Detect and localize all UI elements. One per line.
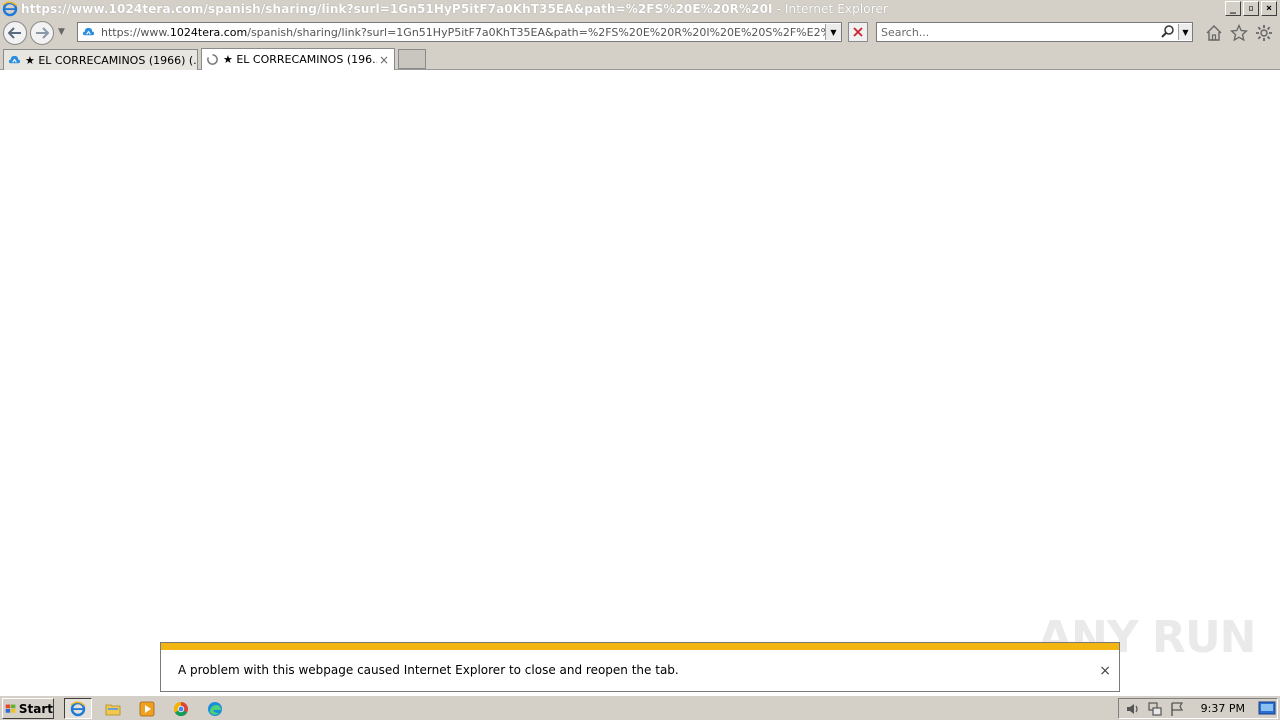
recent-pages-chevron-icon[interactable]: ▼: [58, 27, 65, 37]
action-center-flag-icon[interactable]: [1169, 701, 1185, 717]
start-label: Start: [18, 701, 53, 716]
window-title-app: - Internet Explorer: [772, 2, 888, 16]
tab-recovery-notification: A problem with this webpage caused Inter…: [160, 642, 1120, 692]
gear-icon[interactable]: [1255, 24, 1273, 42]
chevron-down-icon: ▼: [830, 27, 837, 37]
url-rest: /spanish/sharing/link?surl=1Gn51HyP5itF7…: [247, 25, 825, 39]
stop-icon: [853, 27, 863, 37]
new-tab-button[interactable]: [398, 49, 426, 69]
address-dropdown-button[interactable]: ▼: [825, 24, 841, 40]
taskbar-internet-explorer[interactable]: [64, 698, 92, 719]
back-arrow-icon: [8, 27, 21, 39]
system-tray: 9:37 PM: [1118, 698, 1278, 719]
url-domain: 1024tera.com: [169, 25, 248, 39]
tab-label: ★ EL CORRECAMINOS (1966) (...: [25, 53, 197, 67]
notification-message: A problem with this webpage caused Inter…: [178, 663, 679, 677]
search-input[interactable]: [877, 23, 1160, 41]
loading-spinner-icon: [207, 54, 218, 65]
page-content-area: [0, 70, 1280, 695]
tab-bar: ★ EL CORRECAMINOS (1966) (... ★ EL CORRE…: [0, 46, 1280, 70]
site-favicon-icon: [82, 27, 95, 35]
internet-explorer-icon: [70, 701, 86, 716]
close-window-button[interactable]: ×: [1261, 1, 1277, 16]
back-button[interactable]: [3, 21, 27, 45]
window-controls: _ ▫ ×: [1225, 1, 1277, 16]
restore-button[interactable]: ▫: [1243, 1, 1259, 16]
window-title-url: https://www.1024tera.com/spanish/sharing…: [21, 2, 773, 16]
tab-correcaminos-1[interactable]: ★ EL CORRECAMINOS (1966) (...: [3, 49, 198, 70]
taskbar-chrome[interactable]: [170, 698, 192, 719]
notification-accent-bar: [161, 643, 1119, 650]
forward-arrow-icon: [36, 27, 49, 39]
notification-close-icon[interactable]: ×: [1099, 663, 1111, 679]
taskbar: Start 9:37 PM: [0, 695, 1280, 720]
address-url[interactable]: https://www.1024tera.com/spanish/sharing…: [101, 26, 825, 39]
forward-button[interactable]: [30, 21, 54, 45]
taskbar-edge[interactable]: [204, 698, 226, 719]
search-dropdown-button[interactable]: ▼: [1178, 24, 1192, 40]
internet-explorer-icon: [2, 1, 18, 17]
taskbar-media-player[interactable]: [136, 698, 158, 719]
window-title-bar: https://www.1024tera.com/spanish/sharing…: [0, 0, 1280, 18]
stop-button[interactable]: [848, 22, 868, 42]
taskbar-clock[interactable]: 9:37 PM: [1201, 702, 1245, 715]
minimize-button[interactable]: _: [1225, 1, 1241, 16]
tab-correcaminos-2[interactable]: ★ EL CORRECAMINOS (196... ×: [201, 48, 395, 70]
chrome-icon: [173, 701, 188, 716]
windows-flag-icon: [5, 704, 16, 713]
network-icon[interactable]: [1147, 701, 1163, 717]
navigation-bar: ▼ https://www.1024tera.com/spanish/shari…: [0, 18, 1280, 46]
tab-close-icon[interactable]: ×: [377, 53, 391, 67]
window-title: https://www.1024tera.com/spanish/sharing…: [21, 2, 888, 16]
folder-icon: [105, 704, 121, 715]
taskbar-file-explorer[interactable]: [102, 698, 124, 719]
address-bar[interactable]: https://www.1024tera.com/spanish/sharing…: [77, 22, 842, 42]
tab-label: ★ EL CORRECAMINOS (196...: [223, 53, 377, 66]
volume-icon[interactable]: [1125, 701, 1141, 717]
url-prefix: https://www.: [101, 25, 170, 39]
favorites-star-icon[interactable]: [1230, 24, 1248, 42]
search-icon[interactable]: [1160, 24, 1176, 40]
edge-icon: [208, 701, 222, 716]
home-icon[interactable]: [1205, 24, 1223, 42]
chevron-down-icon: ▼: [1182, 27, 1189, 37]
site-favicon-icon: [8, 55, 21, 63]
show-desktop-icon[interactable]: [1258, 700, 1276, 716]
media-player-icon: [139, 701, 155, 716]
search-box[interactable]: ▼: [876, 22, 1193, 42]
start-button[interactable]: Start: [2, 698, 54, 719]
